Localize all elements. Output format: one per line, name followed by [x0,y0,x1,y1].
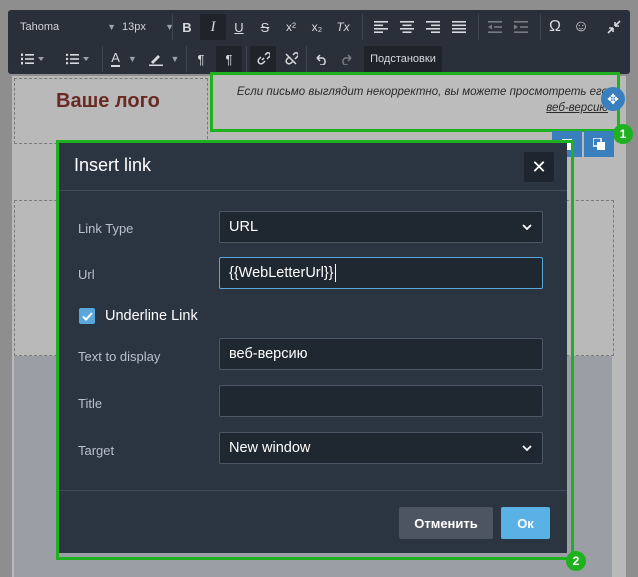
align-center-icon [400,21,414,33]
substitutions-button[interactable]: Подстановки [364,46,442,72]
align-justify-button[interactable] [446,14,472,40]
align-right-button[interactable] [420,14,446,40]
redo-icon [342,54,352,65]
dialog-footer-divider [59,490,567,491]
underline-link-label[interactable]: Underline Link [105,308,198,324]
text-color-button[interactable]: A ▼ [104,46,144,72]
link-type-select[interactable]: URL [219,211,543,243]
chevron-down-icon [522,442,532,454]
divider [102,46,103,72]
text-cursor [334,264,336,282]
strikethrough-button[interactable]: S [252,14,278,40]
divider [246,46,247,72]
outdent-button[interactable] [482,14,508,40]
italic-button[interactable]: I [200,14,226,40]
clear-format-button[interactable]: Tx [330,14,356,40]
url-input[interactable]: {{WebLetterUrl}} [219,257,543,289]
indent-icon [514,21,528,33]
annotation-badge-1: 1 [613,124,633,144]
move-block-icon[interactable]: ✥ [601,87,625,111]
bold-button[interactable]: B [174,14,200,40]
ok-button[interactable]: Ок [501,507,550,539]
divider [306,46,307,72]
ltr-button[interactable]: ¶ [188,46,214,72]
chevron-down-icon [522,221,532,233]
undo-button[interactable] [308,46,334,72]
divider [540,14,541,40]
unlink-button[interactable] [278,46,304,72]
align-left-icon [374,21,388,33]
font-size-select[interactable]: 13px ▼ [114,14,180,40]
outdent-icon [488,21,502,33]
web-version-link[interactable]: веб-версию [546,102,608,114]
text-color-icon: A [111,50,120,67]
font-family-select[interactable]: Tahoma ▼ [12,14,122,40]
close-button[interactable]: ✕ [524,152,554,182]
bullet-list-icon [66,53,89,65]
superscript-button[interactable]: x² [278,14,304,40]
rtl-button[interactable]: ¶ [216,46,242,72]
dialog-divider [59,190,567,191]
fullscreen-button[interactable] [600,14,628,40]
divider [172,14,173,40]
align-center-button[interactable] [394,14,420,40]
header-text: Если письмо выглядит некорректно, вы мож… [236,84,608,116]
divider [362,14,363,40]
underline-link-checkbox[interactable] [79,308,95,324]
emoji-button[interactable]: ☺ [568,14,594,40]
undo-icon [316,54,326,65]
checkmark-icon [81,311,93,321]
text-to-display-input[interactable]: веб-версию [219,338,543,370]
header-text-body: Если письмо выглядит некорректно, вы мож… [236,86,608,98]
link-type-value: URL [229,219,259,235]
indent-button[interactable] [508,14,534,40]
logo-text: Ваше лого [56,90,160,112]
link-icon [257,52,270,65]
title-input[interactable] [219,385,543,417]
numbered-list-button[interactable] [12,46,54,72]
underline-button[interactable]: U [226,14,252,40]
chevron-down-icon: ▼ [170,54,180,64]
text-to-display-value: веб-версию [229,346,308,362]
align-right-icon [426,21,440,33]
highlighter-icon [148,55,163,66]
close-icon: ✕ [531,156,547,177]
cancel-button[interactable]: Отменить [399,507,493,539]
text-to-display-label: Text to display [78,349,161,364]
link-button[interactable] [250,46,276,72]
bullet-list-button[interactable] [56,46,100,72]
link-type-label: Link Type [78,221,134,236]
numbered-list-icon [21,53,44,65]
align-left-button[interactable] [368,14,394,40]
url-value: {{WebLetterUrl}} [229,265,334,281]
target-label: Target [78,443,115,458]
highlight-color-button[interactable]: ▼ [144,46,184,72]
editor-toolbar: Tahoma▼ 13px▼ B I U S x² x₂ Tx Ω ☺ A▼ [8,10,630,74]
unlink-icon [285,52,298,65]
copy-block-button[interactable] [584,131,614,157]
collapse-icon [607,20,621,34]
dialog-title: Insert link [74,155,152,175]
url-label: Url [78,267,95,282]
align-justify-icon [452,21,466,33]
target-select[interactable]: New window [219,432,543,464]
redo-button[interactable] [334,46,360,72]
font-family-value: Tahoma [20,21,60,33]
chevron-down-icon: ▼ [127,54,137,64]
target-value: New window [229,440,311,456]
annotation-badge-2: 2 [566,551,586,571]
font-size-value: 13px [122,21,146,33]
subscript-button[interactable]: x₂ [304,14,330,40]
divider [478,14,479,40]
divider [186,46,187,72]
copy-icon [593,138,605,150]
special-char-button[interactable]: Ω [542,14,568,40]
title-label: Title [78,396,103,411]
